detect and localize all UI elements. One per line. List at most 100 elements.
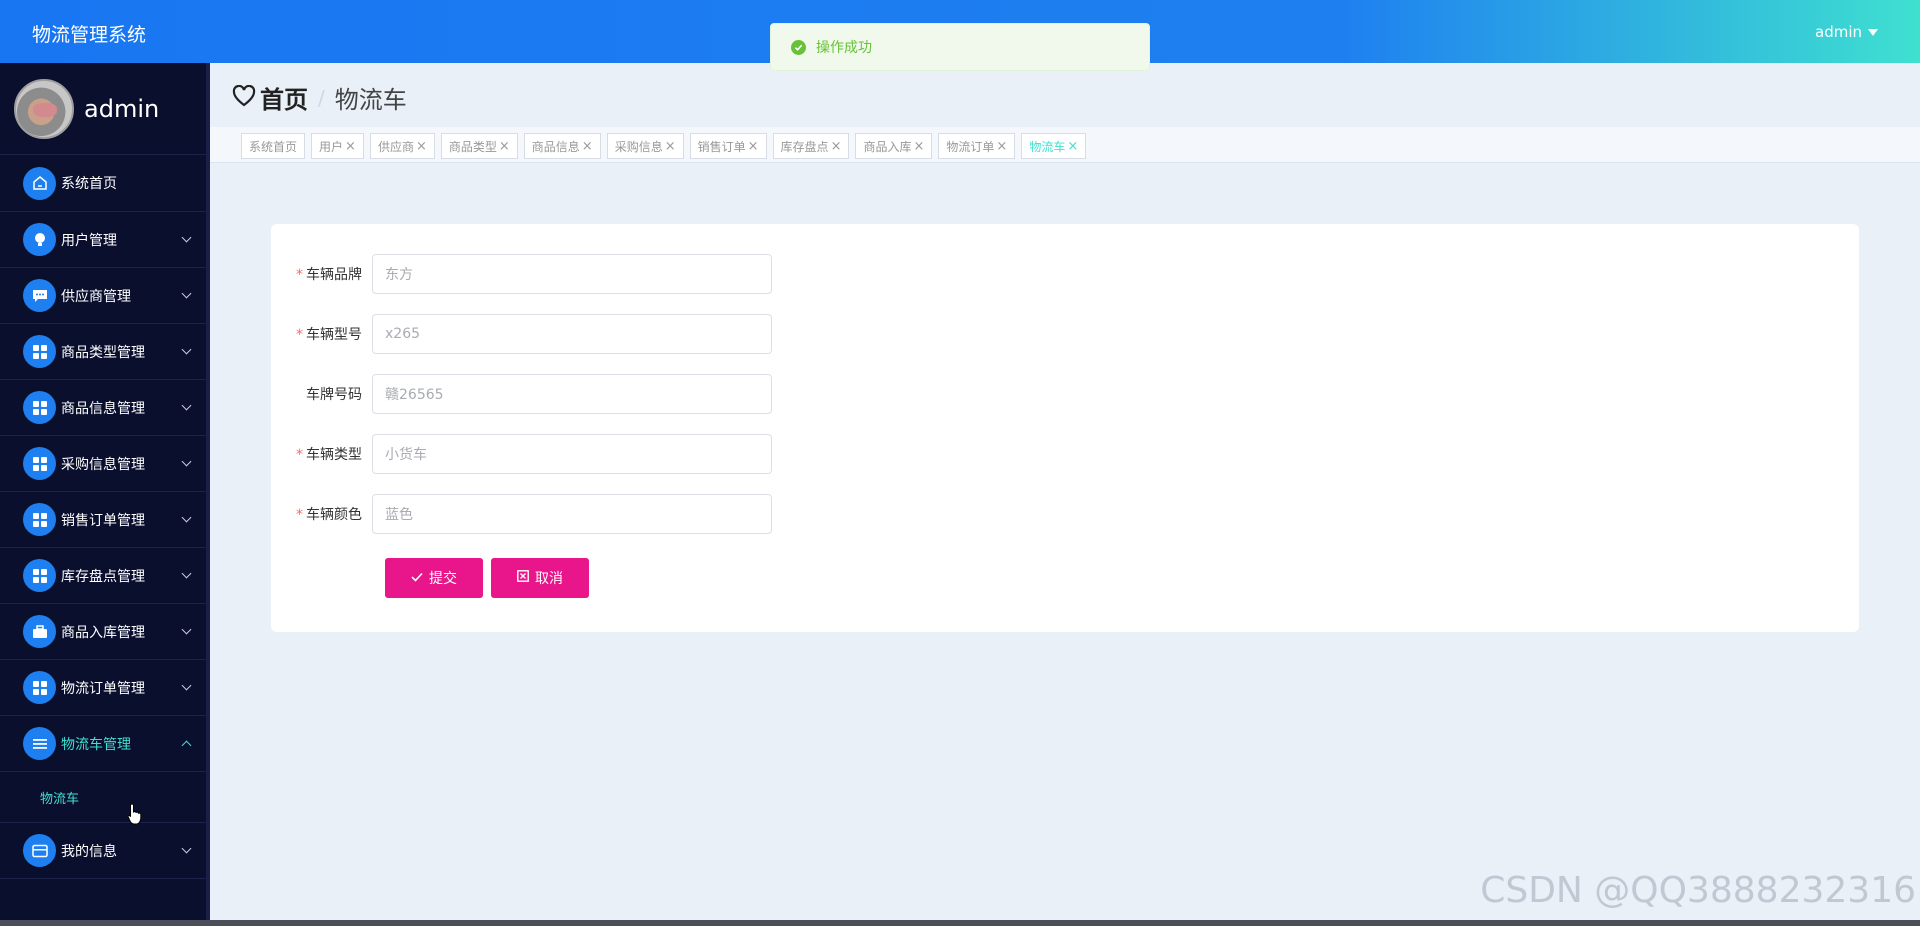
sidebar-item-product-types[interactable]: 商品类型管理 [0,324,210,380]
required-mark: * [296,327,303,343]
model-label: * 车辆型号 [271,324,372,344]
avatar [14,78,74,139]
heart-icon [232,84,256,111]
close-icon[interactable]: × [665,139,676,154]
model-input[interactable] [372,314,772,354]
sidebar-item-home[interactable]: 系统首页 [0,155,210,212]
sidebar-item-sales-orders[interactable]: 销售订单管理 [0,492,210,548]
close-icon[interactable]: × [582,139,593,154]
close-icon[interactable]: × [996,139,1007,154]
check-icon [411,570,423,586]
close-icon[interactable]: × [499,139,510,154]
brand-label-text: 车辆品牌 [306,267,362,283]
close-icon[interactable]: × [831,139,842,154]
user-menu[interactable]: admin [1815,23,1878,41]
chevron-down-icon [181,680,192,691]
sidebar-item-label: 我的信息 [61,843,117,860]
tag-sales-orders[interactable]: 销售订单 × [689,133,767,159]
sidebar-item-purchases[interactable]: 采购信息管理 [0,436,210,492]
grid-icon [23,671,56,704]
sidebar-item-product-info[interactable]: 商品信息管理 [0,380,210,436]
tag-label: 商品入库 [863,139,912,154]
app-title: 物流管理系统 [32,24,147,46]
tag-label: 商品类型 [448,139,497,154]
type-input[interactable] [372,434,772,474]
tag-label: 用户 [319,139,344,154]
required-mark: * [296,507,303,523]
sidebar-item-my-info[interactable]: 我的信息 [0,823,210,879]
cancel-button-label: 取消 [535,571,563,587]
form-actions: 提交 取消 [385,558,589,598]
submit-button[interactable]: 提交 [385,558,483,598]
close-icon[interactable]: × [1067,139,1078,154]
plate-label: 车牌号码 [271,384,372,404]
close-icon[interactable]: × [416,139,427,154]
tag-stock-in[interactable]: 商品入库 × [855,133,933,159]
wallet-icon [23,834,56,867]
color-label: * 车辆颜色 [271,504,372,524]
type-label: * 车辆类型 [271,444,372,464]
tag-inventory[interactable]: 库存盘点 × [772,133,850,159]
chevron-down-icon [181,456,192,467]
sidebar-item-label: 商品入库管理 [61,624,145,641]
chevron-down-icon [181,512,192,523]
sidebar-item-logistics-orders[interactable]: 物流订单管理 [0,660,210,716]
close-icon[interactable]: × [913,139,924,154]
sidebar-item-vehicles[interactable]: 物流车管理 [0,716,210,772]
submit-button-label: 提交 [429,571,457,587]
chevron-up-icon [181,740,192,751]
grid-icon [23,447,56,480]
plate-input[interactable] [372,374,772,414]
sidebar-item-inventory[interactable]: 库存盘点管理 [0,548,210,604]
chevron-down-icon [181,568,192,579]
tag-suppliers[interactable]: 供应商 × [369,133,435,159]
plate-label-text: 车牌号码 [306,387,362,403]
tag-purchases[interactable]: 采购信息 × [606,133,684,159]
cancel-button[interactable]: 取消 [491,558,589,598]
user-menu-label: admin [1815,23,1862,41]
list-icon [23,727,56,760]
chevron-down-icon [181,400,192,411]
sidebar-item-stock-in[interactable]: 商品入库管理 [0,604,210,660]
grid-icon [23,335,56,368]
submenu-item-vehicle[interactable]: 物流车 [0,772,210,823]
tag-label: 物流车 [1029,139,1066,154]
tag-product-info[interactable]: 商品信息 × [523,133,601,159]
color-input[interactable] [372,494,772,534]
type-label-text: 车辆类型 [306,447,362,463]
tag-product-types[interactable]: 商品类型 × [440,133,518,159]
bulb-icon [23,223,56,256]
chevron-down-icon [181,843,192,854]
sidebar: admin 系统首页 用户管理 供应商管理 商品类型管理 商品信息管理 采购信息… [0,63,210,926]
tag-home[interactable]: 系统首页 [241,133,306,159]
vehicle-form: *车辆品牌 *车辆型号 车牌号码 *车辆类型 *车辆颜色 提交 取消 [271,224,1859,632]
grid-icon [23,391,56,424]
sidebar-item-label: 库存盘点管理 [61,568,145,585]
check-circle-icon [791,39,806,55]
breadcrumb-home[interactable]: 首页 [260,80,308,115]
caret-down-icon [1868,28,1878,36]
sidebar-item-label: 商品类型管理 [61,344,145,361]
close-icon[interactable]: × [345,139,356,154]
tag-vehicles[interactable]: 物流车 × [1021,133,1087,159]
chat-icon [23,279,56,312]
sidebar-item-users[interactable]: 用户管理 [0,212,210,268]
profile-username: admin [84,94,160,123]
grid-icon [23,559,56,592]
sidebar-scrollbar[interactable] [206,63,210,926]
home-icon [23,166,56,200]
breadcrumb-current: 物流车 [334,86,407,114]
sidebar-item-suppliers[interactable]: 供应商管理 [0,268,210,324]
tag-label: 库存盘点 [780,139,829,154]
tag-users[interactable]: 用户 × [311,133,364,159]
bottom-strip [0,920,1920,926]
hand-cursor-icon [127,803,143,829]
tag-label: 销售订单 [697,139,746,154]
form-row-type: * 车辆类型 [271,434,772,474]
close-icon[interactable]: × [748,139,759,154]
submenu-item-label: 物流车 [40,791,80,807]
grid-icon [23,503,56,536]
profile-block: admin [0,63,210,155]
brand-input[interactable] [372,254,772,294]
tag-logistics-orders[interactable]: 物流订单 × [938,133,1016,159]
